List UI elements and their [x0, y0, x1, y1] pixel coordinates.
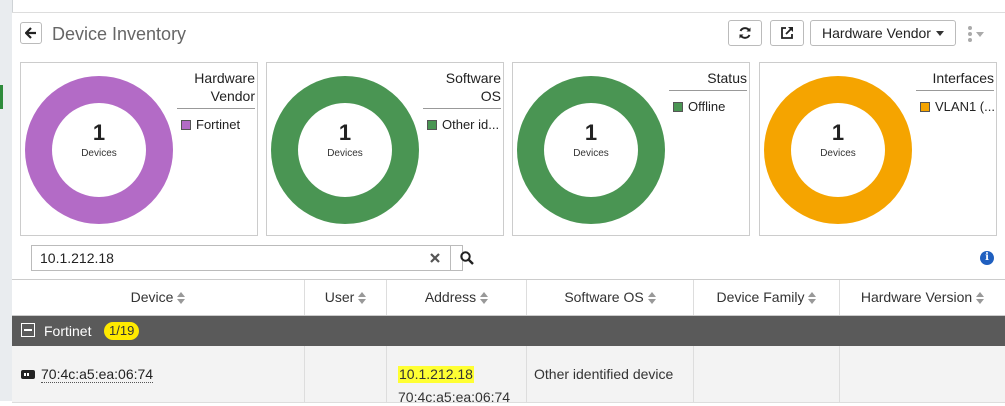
card-title: Interfaces	[916, 69, 994, 91]
address-ip: 10.1.212.18	[398, 366, 474, 383]
device-count-label: Devices	[573, 148, 609, 159]
sort-icon	[480, 292, 489, 305]
device-count-label: Devices	[327, 148, 363, 159]
column-header-hardware-version[interactable]: Hardware Version	[840, 280, 1005, 315]
refresh-button[interactable]	[728, 20, 762, 46]
sort-icon	[177, 292, 186, 305]
legend-swatch	[427, 119, 437, 130]
group-name: Fortinet	[44, 323, 92, 339]
search-box	[31, 245, 474, 271]
cell-device-family	[694, 346, 840, 402]
close-icon	[430, 253, 440, 263]
legend-item[interactable]: VLAN1 (...	[920, 99, 995, 114]
donut-center: 1 Devices	[52, 103, 146, 197]
donut-chart[interactable]: 1 Devices	[764, 76, 912, 224]
legend-item[interactable]: Other id...	[427, 117, 499, 132]
donut-center: 1 Devices	[791, 103, 885, 197]
device-count: 1	[92, 120, 106, 145]
device-count: 1	[338, 120, 352, 145]
column-header-software-os[interactable]: Software OS	[527, 280, 694, 315]
device-count-label: Devices	[820, 148, 856, 159]
column-header-device[interactable]: Device	[12, 280, 305, 315]
donut-chart[interactable]: 1 Devices	[25, 76, 173, 224]
more-options-menu[interactable]	[968, 24, 994, 44]
group-by-label: Hardware Vendor	[822, 25, 931, 41]
search-icon	[460, 251, 474, 265]
column-header-user[interactable]: User	[305, 280, 387, 315]
device-count: 1	[831, 120, 845, 145]
donut-chart[interactable]: 1 Devices	[271, 76, 419, 224]
sort-icon	[358, 292, 367, 305]
card-title: Status	[669, 69, 747, 91]
interfaces-card[interactable]: 1 Devices Interfaces VLAN1 (...	[759, 62, 997, 236]
column-header-device-family[interactable]: Device Family	[694, 280, 840, 315]
group-row-fortinet[interactable]: Fortinet 1/19	[12, 316, 1005, 346]
collapse-icon[interactable]	[21, 323, 35, 337]
device-inventory-panel: Device Inventory Hardware Vendor 1 Devic…	[12, 12, 1005, 405]
cell-hardware-version	[840, 346, 1005, 402]
refresh-icon	[739, 27, 751, 39]
device-count-label: Devices	[81, 148, 117, 159]
card-title: Hardware Vendor	[177, 69, 255, 109]
hardware-vendor-card[interactable]: 1 Devices Hardware Vendor Fortinet	[20, 62, 258, 236]
legend-swatch	[181, 119, 191, 130]
legend-label: Offline	[688, 99, 726, 114]
group-count-badge: 1/19	[104, 322, 140, 340]
device-count: 1	[584, 120, 598, 145]
sort-icon	[808, 292, 817, 305]
donut-center: 1 Devices	[544, 103, 638, 197]
table-header: Device User Address Software OS Device F…	[12, 279, 1005, 316]
search-input[interactable]	[32, 246, 430, 270]
network-device-icon	[21, 370, 35, 379]
kebab-menu-icon	[968, 26, 972, 42]
software-os-value: Other identified device	[534, 366, 674, 382]
donut-chart[interactable]: 1 Devices	[517, 76, 665, 224]
external-link-icon	[781, 27, 793, 39]
legend-swatch	[673, 101, 683, 112]
sort-icon	[976, 292, 985, 305]
card-title: Software OS	[423, 69, 501, 109]
table-row[interactable]: 70:4c:a5:ea:06:74 10.1.212.18 70:4c:a5:e…	[12, 346, 1005, 405]
legend-label: Fortinet	[196, 117, 241, 132]
arrow-left-icon	[25, 27, 36, 39]
donut-center: 1 Devices	[298, 103, 392, 197]
legend-label: VLAN1 (...	[935, 99, 995, 114]
info-icon[interactable]: i	[980, 251, 994, 265]
status-card[interactable]: 1 Devices Status Offline	[512, 62, 750, 236]
software-os-card[interactable]: 1 Devices Software OS Other id...	[266, 62, 504, 236]
group-by-dropdown[interactable]: Hardware Vendor	[810, 20, 956, 46]
search-button[interactable]	[450, 245, 483, 271]
column-header-address[interactable]: Address	[387, 280, 527, 315]
cell-user	[305, 346, 387, 402]
legend-item[interactable]: Offline	[673, 99, 725, 114]
legend-label: Other id...	[442, 117, 500, 132]
page-title: Device Inventory	[52, 24, 187, 44]
back-button[interactable]	[20, 22, 42, 44]
address-mac: 70:4c:a5:ea:06:74	[398, 389, 511, 405]
caret-down-icon	[935, 30, 944, 36]
open-in-new-window-button[interactable]	[770, 20, 804, 46]
sidebar-active-indicator	[0, 85, 3, 109]
clear-search-button[interactable]	[428, 251, 442, 265]
legend-swatch	[920, 101, 930, 112]
device-mac-link[interactable]: 70:4c:a5:ea:06:74	[41, 366, 154, 383]
caret-down-icon	[976, 31, 984, 37]
legend-item[interactable]: Fortinet	[181, 117, 240, 132]
sort-icon	[647, 292, 656, 305]
